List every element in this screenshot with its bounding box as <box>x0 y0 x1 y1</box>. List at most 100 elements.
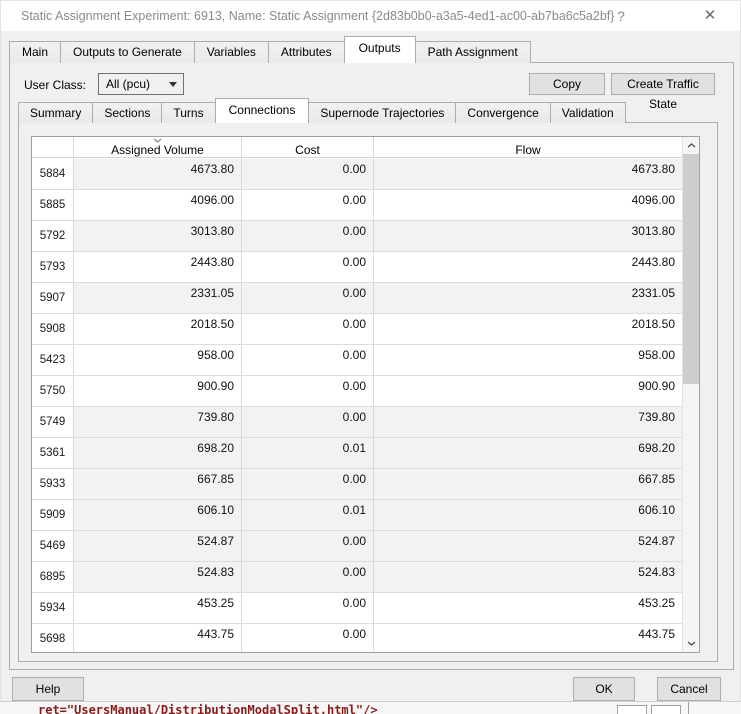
column-header-flow[interactable]: Flow <box>374 137 682 157</box>
row-header-cell[interactable]: 5469 <box>32 531 74 561</box>
flow-cell[interactable]: 524.83 <box>374 562 682 592</box>
window-title: Static Assignment Experiment: 6913, Name… <box>21 9 615 23</box>
assigned-volume-cell[interactable]: 524.87 <box>74 531 242 561</box>
subtab-turns[interactable]: Turns <box>161 102 216 123</box>
flow-cell[interactable]: 667.85 <box>374 469 682 499</box>
assigned-volume-cell[interactable]: 443.75 <box>74 624 242 652</box>
row-header-cell[interactable]: 5750 <box>32 376 74 406</box>
assigned-volume-cell[interactable]: 900.90 <box>74 376 242 406</box>
cost-cell[interactable]: 0.00 <box>242 345 374 375</box>
close-icon[interactable]: ✕ <box>693 5 727 27</box>
assigned-volume-cell[interactable]: 606.10 <box>74 500 242 530</box>
assigned-volume-cell[interactable]: 698.20 <box>74 438 242 468</box>
create-traffic-state-button[interactable]: Create Traffic State <box>611 73 715 111</box>
tab-outputs[interactable]: Outputs <box>343 36 416 63</box>
ok-button[interactable]: OK <box>573 677 635 701</box>
flow-cell[interactable]: 3013.80 <box>374 221 682 251</box>
flow-cell[interactable]: 4673.80 <box>374 159 682 189</box>
assigned-volume-cell[interactable]: 524.83 <box>74 562 242 592</box>
cost-cell[interactable]: 0.00 <box>242 314 374 344</box>
cost-cell[interactable]: 0.00 <box>242 407 374 437</box>
row-header-cell[interactable]: 5934 <box>32 593 74 623</box>
cost-cell[interactable]: 0.00 <box>242 159 374 189</box>
flow-cell[interactable]: 698.20 <box>374 438 682 468</box>
cost-cell[interactable]: 0.00 <box>242 190 374 220</box>
table-row: 5907 2331.05 0.00 2331.05 <box>32 283 682 314</box>
assigned-volume-cell[interactable]: 739.80 <box>74 407 242 437</box>
tab-attributes[interactable]: Attributes <box>267 41 345 63</box>
cost-cell[interactable]: 0.00 <box>242 562 374 592</box>
cost-cell[interactable]: 0.01 <box>242 438 374 468</box>
help-button[interactable]: Help <box>12 677 84 701</box>
assigned-volume-cell[interactable]: 2443.80 <box>74 252 242 282</box>
subtab-connections[interactable]: Connections <box>214 98 310 123</box>
cost-cell[interactable]: 0.00 <box>242 624 374 652</box>
cost-cell[interactable]: 0.00 <box>242 469 374 499</box>
row-header-cell[interactable]: 5792 <box>32 221 74 251</box>
tab-outputs-to-generate[interactable]: Outputs to Generate <box>60 41 195 63</box>
flow-cell[interactable]: 443.75 <box>374 624 682 652</box>
cost-cell[interactable]: 0.01 <box>242 500 374 530</box>
assigned-volume-cell[interactable]: 2331.05 <box>74 283 242 313</box>
flow-cell[interactable]: 900.90 <box>374 376 682 406</box>
row-header-cell[interactable]: 5361 <box>32 438 74 468</box>
tab-main[interactable]: Main <box>9 41 62 63</box>
flow-cell[interactable]: 524.87 <box>374 531 682 561</box>
row-header-cell[interactable]: 6895 <box>32 562 74 592</box>
tab-path-assignment[interactable]: Path Assignment <box>414 41 531 63</box>
scroll-down-icon[interactable] <box>683 635 699 652</box>
flow-cell[interactable]: 958.00 <box>374 345 682 375</box>
assigned-volume-cell[interactable]: 453.25 <box>74 593 242 623</box>
assigned-volume-cell[interactable]: 4673.80 <box>74 159 242 189</box>
column-header-assigned-volume[interactable]: Assigned Volume <box>74 137 242 157</box>
cancel-button[interactable]: Cancel <box>657 677 721 701</box>
cost-cell[interactable]: 0.00 <box>242 593 374 623</box>
table-row: 5933 667.85 0.00 667.85 <box>32 469 682 500</box>
assigned-volume-cell[interactable]: 667.85 <box>74 469 242 499</box>
scroll-up-icon[interactable] <box>683 137 699 154</box>
flow-cell[interactable]: 2018.50 <box>374 314 682 344</box>
table-row: 5884 4673.80 0.00 4673.80 <box>32 159 682 190</box>
row-header-cell[interactable]: 5793 <box>32 252 74 282</box>
row-header-cell[interactable]: 5908 <box>32 314 74 344</box>
row-header-cell[interactable]: 5909 <box>32 500 74 530</box>
titlebar-help-icon[interactable]: ? <box>607 6 635 26</box>
row-header-cell[interactable]: 5698 <box>32 624 74 652</box>
row-header-cell[interactable]: 5423 <box>32 345 74 375</box>
row-header-cell[interactable]: 5933 <box>32 469 74 499</box>
subtab-supernode-trajectories[interactable]: Supernode Trajectories <box>308 102 457 123</box>
vertical-scrollbar[interactable] <box>682 137 699 652</box>
row-header-cell[interactable]: 5884 <box>32 159 74 189</box>
flow-cell[interactable]: 2443.80 <box>374 252 682 282</box>
flow-cell[interactable]: 606.10 <box>374 500 682 530</box>
column-header-cost[interactable]: Cost <box>242 137 374 157</box>
assigned-volume-cell[interactable]: 958.00 <box>74 345 242 375</box>
row-header-cell[interactable]: 5749 <box>32 407 74 437</box>
scrollbar-thumb[interactable] <box>683 154 699 384</box>
cost-cell[interactable]: 0.00 <box>242 221 374 251</box>
assigned-volume-cell[interactable]: 3013.80 <box>74 221 242 251</box>
subtab-summary[interactable]: Summary <box>18 102 94 123</box>
chevron-down-icon <box>169 82 177 87</box>
assigned-volume-cell[interactable]: 2018.50 <box>74 314 242 344</box>
flow-cell[interactable]: 739.80 <box>374 407 682 437</box>
cost-cell[interactable]: 0.00 <box>242 283 374 313</box>
row-header-cell[interactable]: 5907 <box>32 283 74 313</box>
subtab-validation[interactable]: Validation <box>549 102 626 123</box>
assigned-volume-cell[interactable]: 4096.00 <box>74 190 242 220</box>
cost-cell[interactable]: 0.00 <box>242 531 374 561</box>
tab-variables[interactable]: Variables <box>193 41 269 63</box>
table-header-row: Assigned Volume Cost Flow <box>32 137 699 158</box>
user-class-dropdown[interactable]: All (pcu) <box>98 73 184 95</box>
cost-cell[interactable]: 0.00 <box>242 376 374 406</box>
table-row: 6895 524.83 0.00 524.83 <box>32 562 682 593</box>
flow-cell[interactable]: 2331.05 <box>374 283 682 313</box>
copy-button[interactable]: Copy <box>529 73 605 95</box>
cost-cell[interactable]: 0.00 <box>242 252 374 282</box>
flow-cell[interactable]: 453.25 <box>374 593 682 623</box>
subtab-sections[interactable]: Sections <box>92 102 163 123</box>
table-row: 5909 606.10 0.01 606.10 <box>32 500 682 531</box>
flow-cell[interactable]: 4096.00 <box>374 190 682 220</box>
row-header-cell[interactable]: 5885 <box>32 190 74 220</box>
subtab-convergence[interactable]: Convergence <box>455 102 551 123</box>
